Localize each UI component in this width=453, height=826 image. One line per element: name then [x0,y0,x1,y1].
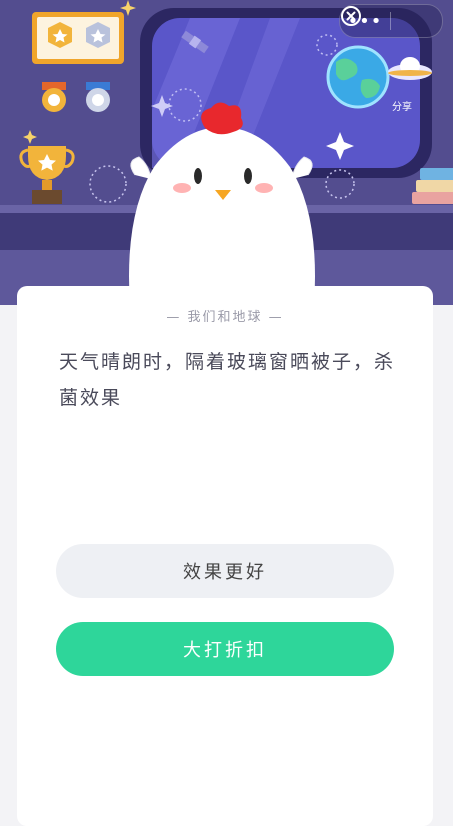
question-text: 天气晴朗时，隔着玻璃窗晒被子，杀菌效果 [59,351,396,409]
answer-option-2[interactable]: 大打折扣 [56,622,394,676]
answer-option-1[interactable]: 效果更好 [56,544,394,598]
card-subtitle: — 我们和地球 — [166,310,284,325]
header-illustration: ••• 分享 [0,0,453,305]
medal-frame [32,12,124,64]
mini-program-capsule: ••• [339,4,443,38]
close-icon [341,6,361,26]
earth-icon [326,45,390,109]
room-scene [0,0,453,305]
question-card: — 我们和地球 — 天气晴朗时，隔着玻璃窗晒被子，杀菌效果 效果更好 大打折扣 [17,286,433,826]
share-label[interactable]: 分享 [392,98,412,113]
close-button[interactable] [341,5,441,37]
